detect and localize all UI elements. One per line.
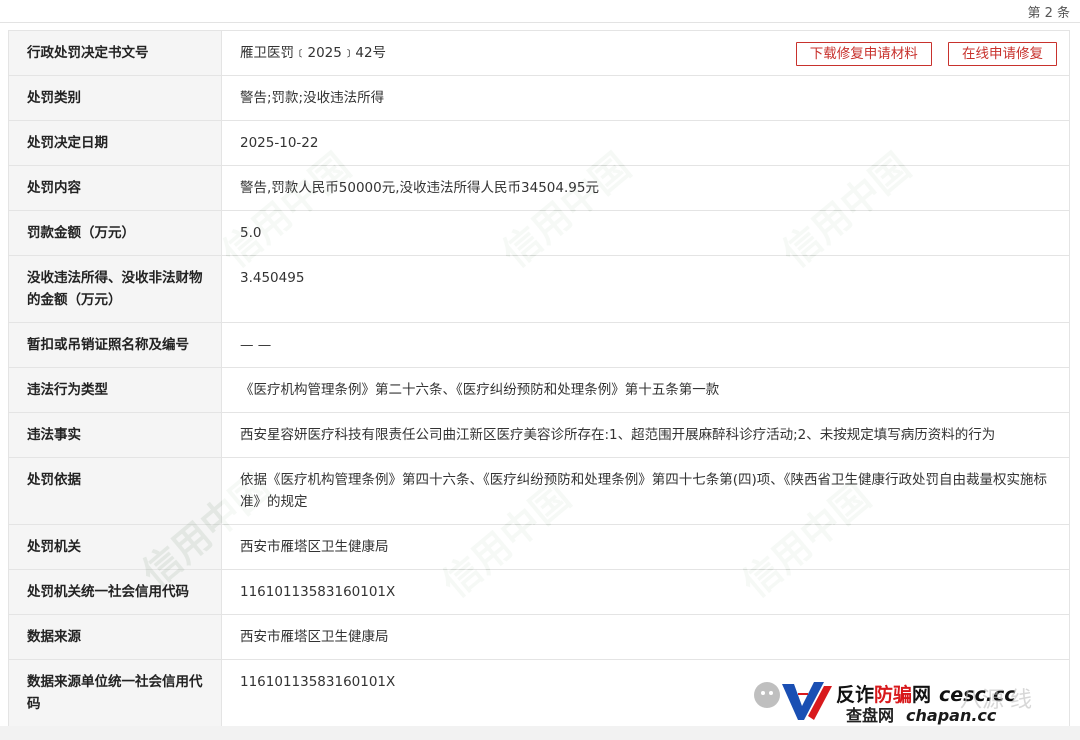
wechat-icon [754, 682, 780, 708]
row-label-fine-amount: 罚款金额（万元） [8, 210, 222, 256]
row-value-penalty-basis: 依据《医疗机构管理条例》第四十六条、《医疗纠纷预防和处理条例》第四十七条第(四)… [221, 457, 1070, 525]
table-row: 违法行为类型 《医疗机构管理条例》第二十六条、《医疗纠纷预防和处理条例》第十五条… [8, 367, 1070, 413]
row-value-violation-type: 《医疗机构管理条例》第二十六条、《医疗纠纷预防和处理条例》第十五条第一款 [221, 367, 1070, 413]
record-header: 第 2 条 [0, 0, 1080, 23]
row-value-penalty-content: 警告,罚款人民币50000元,没收违法所得人民币34504.95元 [221, 165, 1070, 211]
anti-fraud-watermark-logo: 反诈防骗网 cesc.cc 查盘网 chapan.cc 八源线 [750, 676, 1060, 725]
row-value-document-number: 雁卫医罚﹝2025﹞42号 [240, 45, 387, 61]
row-value-violation-facts: 西安星容妍医疗科技有限责任公司曲江新区医疗美容诊所存在:1、超范围开展麻醉科诊疗… [221, 412, 1070, 458]
row-value-authority-credit-code: 11610113583160101X [221, 569, 1070, 615]
row-value-document-number-cell: 雁卫医罚﹝2025﹞42号 下载修复申请材料 在线申请修复 [221, 30, 1070, 76]
row-label-violation-type: 违法行为类型 [8, 367, 222, 413]
brand-v-icon [782, 682, 832, 720]
brand-text-chapan: 查盘网 [846, 706, 895, 725]
footer-band [0, 726, 1080, 740]
table-row: 没收违法所得、没收非法财物的金额（万元） 3.450495 [8, 255, 1070, 323]
row-label-source-credit-code: 数据来源单位统一社会信用代码 [8, 659, 222, 727]
row-label-license-revocation: 暂扣或吊销证照名称及编号 [8, 322, 222, 368]
table-row: 罚款金额（万元） 5.0 [8, 210, 1070, 256]
table-row: 处罚机关 西安市雁塔区卫生健康局 [8, 524, 1070, 570]
online-repair-application-button[interactable]: 在线申请修复 [948, 42, 1057, 66]
penalty-info-panel: 信用中国 信用中国 信用中国 信用中国 信用中国 信用中国 行政处罚决定书文号 … [8, 30, 1070, 727]
row-value-fine-amount: 5.0 [221, 210, 1070, 256]
penalty-details-table: 行政处罚决定书文号 雁卫医罚﹝2025﹞42号 下载修复申请材料 在线申请修复 … [8, 30, 1070, 727]
ghost-text-1: 八源 [960, 688, 1005, 713]
table-row: 处罚类别 警告;罚款;没收违法所得 [8, 75, 1070, 121]
table-row: 处罚机关统一社会信用代码 11610113583160101X [8, 569, 1070, 615]
table-row: 数据来源 西安市雁塔区卫生健康局 [8, 614, 1070, 660]
table-row: 暂扣或吊销证照名称及编号 — — [8, 322, 1070, 368]
repair-actions: 下载修复申请材料 在线申请修复 [784, 42, 1057, 66]
row-label-penalty-content: 处罚内容 [8, 165, 222, 211]
row-label-confiscated-amount: 没收违法所得、没收非法财物的金额（万元） [8, 255, 222, 323]
row-label-data-source: 数据来源 [8, 614, 222, 660]
row-label-violation-facts: 违法事实 [8, 412, 222, 458]
table-row: 处罚决定日期 2025-10-22 [8, 120, 1070, 166]
row-label-document-number: 行政处罚决定书文号 [8, 30, 222, 76]
row-value-penalty-authority: 西安市雁塔区卫生健康局 [221, 524, 1070, 570]
row-value-decision-date: 2025-10-22 [221, 120, 1070, 166]
download-repair-materials-button[interactable]: 下载修复申请材料 [795, 42, 932, 66]
record-number: 第 2 条 [1027, 6, 1070, 21]
row-value-data-source: 西安市雁塔区卫生健康局 [221, 614, 1070, 660]
row-label-authority-credit-code: 处罚机关统一社会信用代码 [8, 569, 222, 615]
row-value-penalty-category: 警告;罚款;没收违法所得 [221, 75, 1070, 121]
table-row: 处罚依据 依据《医疗机构管理条例》第四十六条、《医疗纠纷预防和处理条例》第四十七… [8, 457, 1070, 525]
row-label-penalty-category: 处罚类别 [8, 75, 222, 121]
ghost-text-2: 线 [1010, 688, 1033, 713]
row-label-decision-date: 处罚决定日期 [8, 120, 222, 166]
row-label-penalty-authority: 处罚机关 [8, 524, 222, 570]
row-value-confiscated-amount: 3.450495 [221, 255, 1070, 323]
table-row: 处罚内容 警告,罚款人民币50000元,没收违法所得人民币34504.95元 [8, 165, 1070, 211]
table-row: 行政处罚决定书文号 雁卫医罚﹝2025﹞42号 下载修复申请材料 在线申请修复 [8, 30, 1070, 76]
row-label-penalty-basis: 处罚依据 [8, 457, 222, 525]
ghost-watermark-text: 八源线 [960, 682, 1032, 714]
table-row: 违法事实 西安星容妍医疗科技有限责任公司曲江新区医疗美容诊所存在:1、超范围开展… [8, 412, 1070, 458]
row-value-license-revocation: — — [221, 322, 1070, 368]
